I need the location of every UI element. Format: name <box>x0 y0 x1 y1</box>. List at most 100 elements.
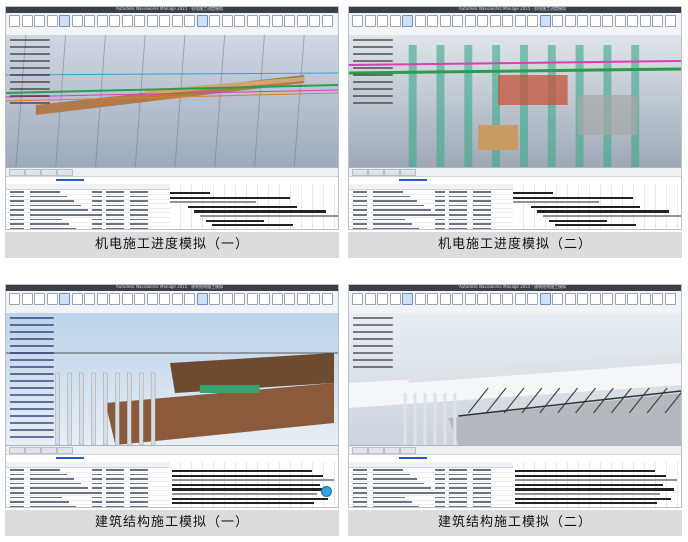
ribbon-tool-button[interactable] <box>452 15 463 27</box>
timeliner-tab[interactable] <box>41 447 57 454</box>
ribbon-tool-button[interactable] <box>121 293 133 305</box>
timeliner-tab[interactable] <box>25 169 41 176</box>
ribbon-tool-button[interactable] <box>427 293 438 305</box>
ribbon-tool-button[interactable] <box>21 293 33 305</box>
ribbon-tool-button[interactable] <box>639 15 651 27</box>
ribbon-tool-button[interactable] <box>259 15 270 27</box>
ribbon-tool-button[interactable] <box>134 293 145 305</box>
ribbon-tool-button[interactable] <box>171 15 183 27</box>
ribbon-tool-button[interactable] <box>502 293 513 305</box>
ribbon-tool-button[interactable] <box>284 15 295 27</box>
3d-viewport[interactable] <box>349 313 681 445</box>
ribbon-tool-button[interactable] <box>402 15 413 27</box>
3d-viewport[interactable] <box>6 313 338 445</box>
ribbon-tool-button[interactable] <box>489 293 501 305</box>
timeliner-tab[interactable] <box>9 169 25 176</box>
timeliner-tab[interactable] <box>25 447 41 454</box>
ribbon-tool-button[interactable] <box>439 293 451 305</box>
ribbon-tool-button[interactable] <box>271 293 283 305</box>
ribbon-tool-button[interactable] <box>221 15 233 27</box>
3d-viewport[interactable] <box>6 35 338 167</box>
ribbon-tool-button[interactable] <box>527 15 538 27</box>
ribbon-tool-button[interactable] <box>321 15 333 27</box>
3d-viewport[interactable] <box>349 35 681 167</box>
ribbon-tool-button[interactable] <box>389 15 401 27</box>
ribbon-tool-button[interactable] <box>652 15 663 27</box>
ribbon-tool-button[interactable] <box>296 15 308 27</box>
ribbon-tool-button[interactable] <box>627 293 638 305</box>
ribbon-tool-button[interactable] <box>34 15 45 27</box>
ribbon-tool-button[interactable] <box>109 293 120 305</box>
ribbon-tool-button[interactable] <box>614 15 626 27</box>
ribbon-tool-button[interactable] <box>352 15 363 27</box>
timeliner-tab[interactable] <box>368 447 384 454</box>
ribbon-tool-button[interactable] <box>46 293 58 305</box>
ribbon-tool-button[interactable] <box>464 293 476 305</box>
ribbon-tool-button[interactable] <box>109 15 120 27</box>
ribbon-tool-button[interactable] <box>377 293 388 305</box>
ribbon-tool-button[interactable] <box>527 293 538 305</box>
ribbon-tool-button[interactable] <box>664 15 676 27</box>
ribbon-tool-button[interactable] <box>246 293 258 305</box>
ribbon-tool-button[interactable] <box>9 293 20 305</box>
timeliner-tab[interactable] <box>41 169 57 176</box>
timeliner-tab[interactable] <box>368 169 384 176</box>
ribbon-tool-button[interactable] <box>602 15 613 27</box>
timeliner-tab[interactable] <box>384 169 400 176</box>
ribbon-tool-button[interactable] <box>564 293 576 305</box>
ribbon-tool-button[interactable] <box>627 15 638 27</box>
ribbon-tool-button[interactable] <box>271 15 283 27</box>
ribbon-tool-button[interactable] <box>59 15 70 27</box>
ribbon-tool-button[interactable] <box>296 293 308 305</box>
ribbon-tool-button[interactable] <box>221 293 233 305</box>
ribbon-tool-button[interactable] <box>652 293 663 305</box>
ribbon-tool-button[interactable] <box>539 15 551 27</box>
ribbon-tool-button[interactable] <box>96 293 108 305</box>
timeliner-tab[interactable] <box>57 447 73 454</box>
ribbon-tool-button[interactable] <box>589 293 601 305</box>
ribbon-tool-button[interactable] <box>452 293 463 305</box>
timeliner-tab[interactable] <box>400 169 416 176</box>
timeliner-tab[interactable] <box>9 447 25 454</box>
ribbon-tool-button[interactable] <box>209 15 220 27</box>
ribbon-tool-button[interactable] <box>552 15 563 27</box>
ribbon-tool-button[interactable] <box>514 15 526 27</box>
ribbon-tool-button[interactable] <box>184 15 195 27</box>
timeliner-tab[interactable] <box>352 169 368 176</box>
ribbon-tool-button[interactable] <box>364 293 376 305</box>
ribbon-tool-button[interactable] <box>389 293 401 305</box>
ribbon-tool-button[interactable] <box>577 15 588 27</box>
ribbon-tool-button[interactable] <box>59 293 70 305</box>
ribbon-tool-button[interactable] <box>309 293 320 305</box>
ribbon-tool-button[interactable] <box>234 15 245 27</box>
ribbon-tool-button[interactable] <box>489 15 501 27</box>
ribbon-tool-button[interactable] <box>259 293 270 305</box>
ribbon-tool-button[interactable] <box>134 15 145 27</box>
ribbon-tool-button[interactable] <box>146 293 158 305</box>
ribbon-tool-button[interactable] <box>309 15 320 27</box>
ribbon-tool-button[interactable] <box>71 15 83 27</box>
ribbon-tool-button[interactable] <box>46 15 58 27</box>
ribbon-tool-button[interactable] <box>514 293 526 305</box>
ribbon-tool-button[interactable] <box>577 293 588 305</box>
ribbon-tool-button[interactable] <box>159 293 170 305</box>
ribbon-tool-button[interactable] <box>364 15 376 27</box>
ribbon-tool-button[interactable] <box>246 15 258 27</box>
ribbon-tool-button[interactable] <box>477 15 488 27</box>
ribbon-tool-button[interactable] <box>414 293 426 305</box>
ribbon-tool-button[interactable] <box>159 15 170 27</box>
ribbon-tool-button[interactable] <box>146 15 158 27</box>
ribbon-tool-button[interactable] <box>552 293 563 305</box>
ribbon-tool-button[interactable] <box>639 293 651 305</box>
ribbon-tool-button[interactable] <box>664 293 676 305</box>
timeliner-tab[interactable] <box>352 447 368 454</box>
ribbon-tool-button[interactable] <box>121 15 133 27</box>
ribbon-tool-button[interactable] <box>502 15 513 27</box>
ribbon-tool-button[interactable] <box>34 293 45 305</box>
ribbon-tool-button[interactable] <box>564 15 576 27</box>
ribbon-tool-button[interactable] <box>196 293 208 305</box>
timeliner-tab[interactable] <box>384 447 400 454</box>
ribbon-tool-button[interactable] <box>171 293 183 305</box>
ribbon-tool-button[interactable] <box>184 293 195 305</box>
ribbon-tool-button[interactable] <box>209 293 220 305</box>
